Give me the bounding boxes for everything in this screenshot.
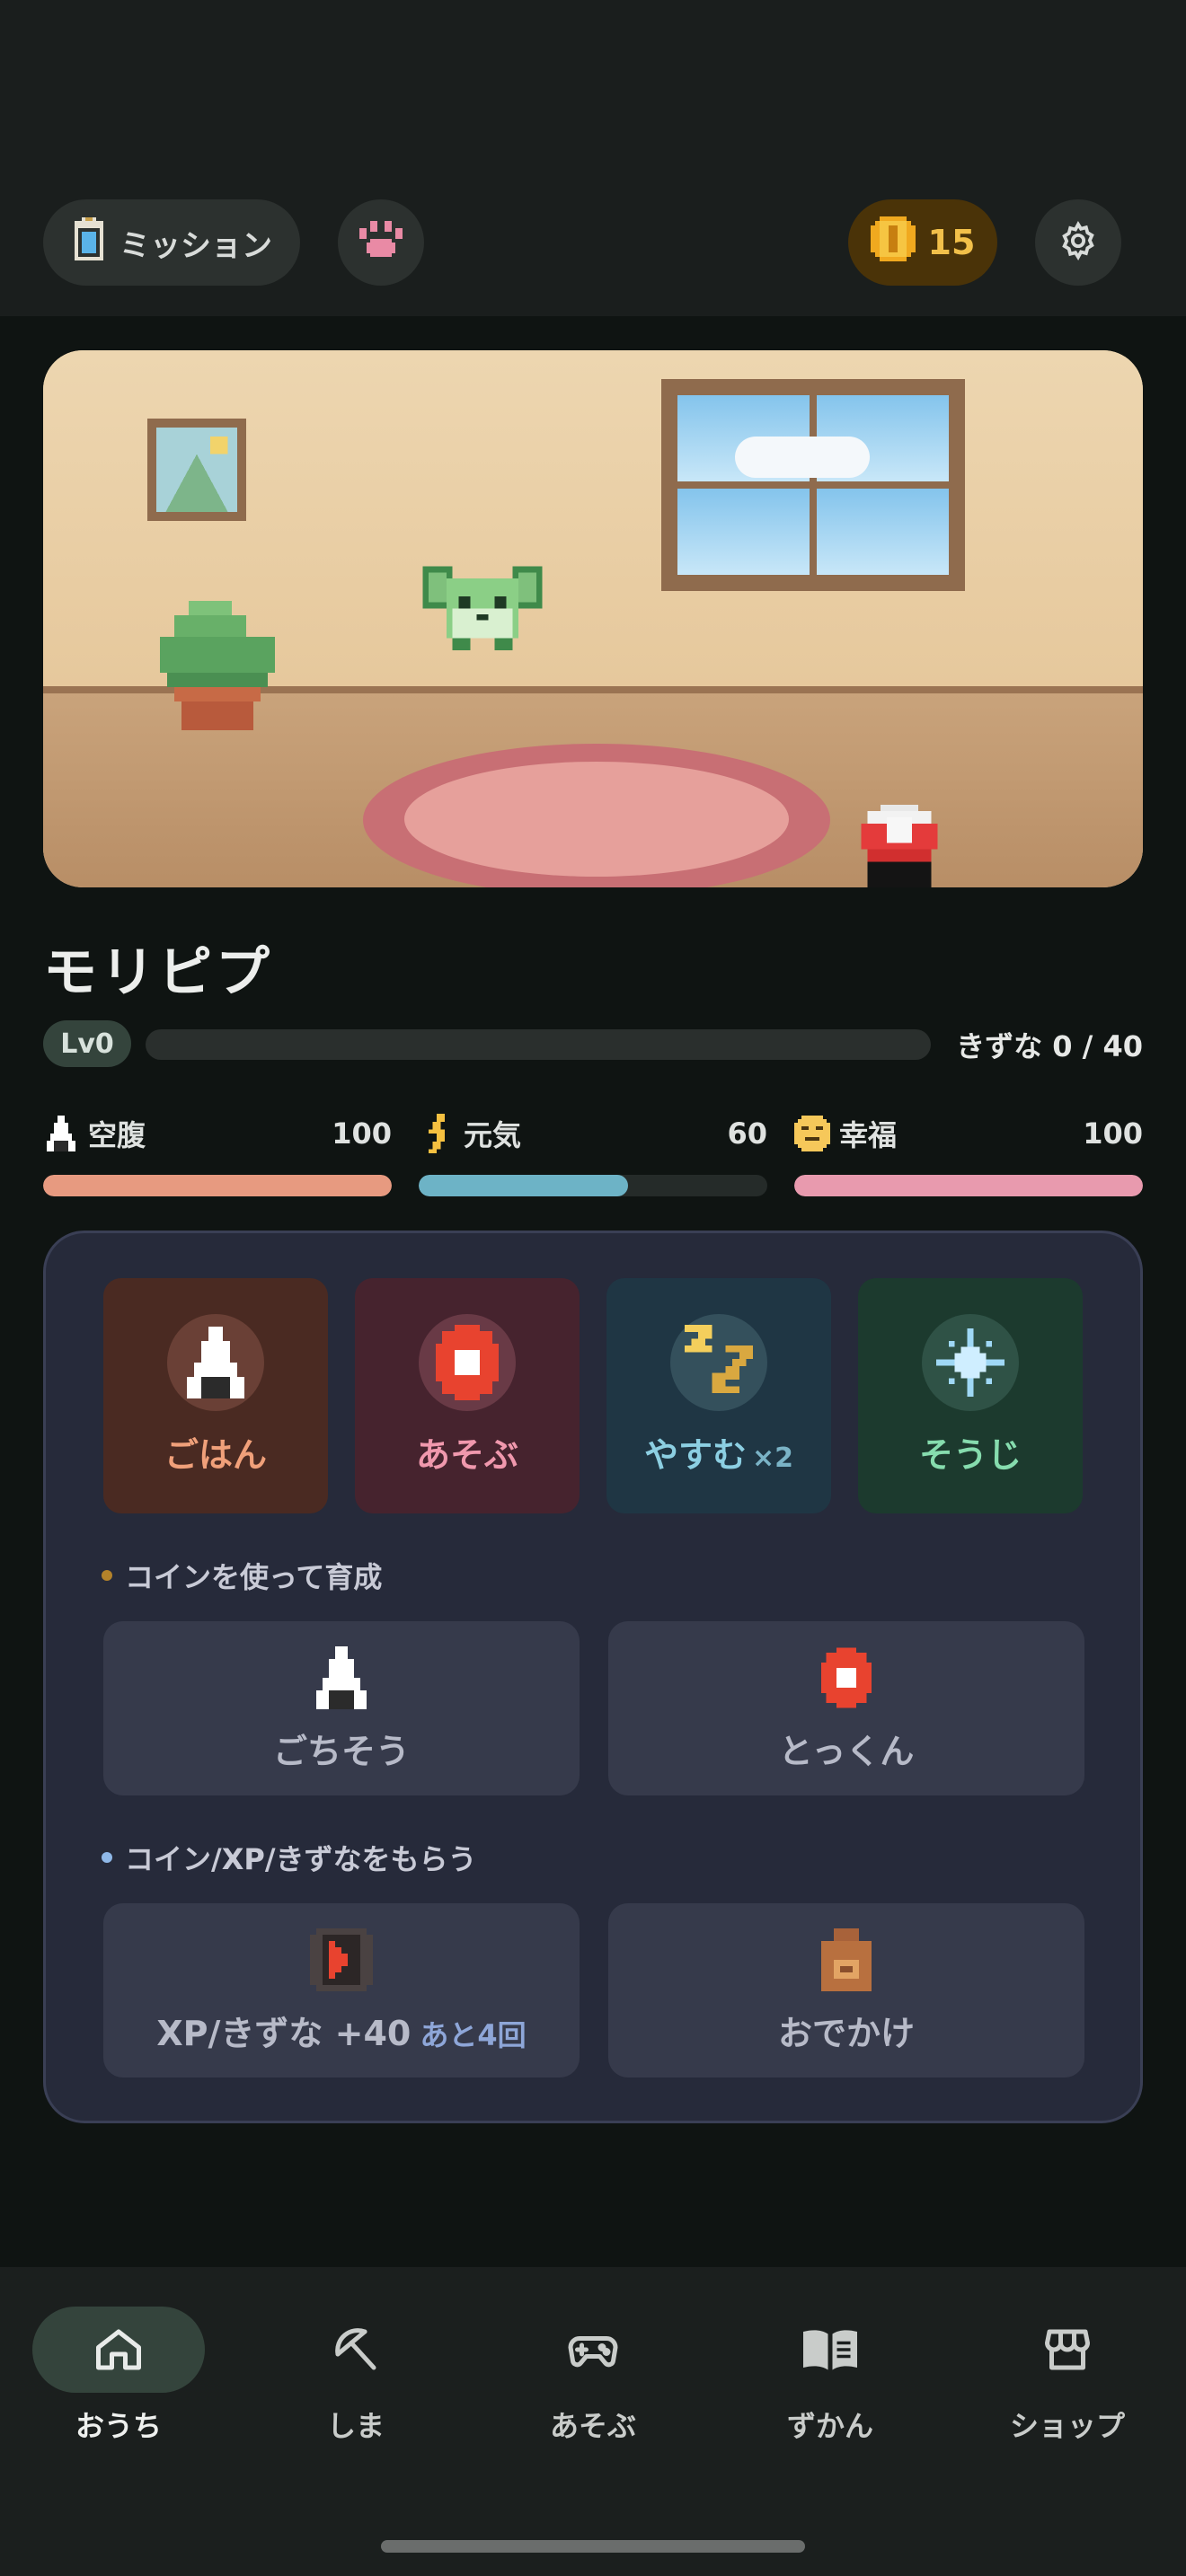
island-icon (270, 2307, 442, 2393)
feed-button[interactable]: ごはん (103, 1278, 328, 1513)
stat-label: 元気 (464, 1118, 522, 1152)
nav-label: おうち (75, 2409, 162, 2443)
nav-encyclopedia[interactable]: ずかん (731, 2307, 929, 2445)
stat-label: 空腹 (88, 1118, 146, 1152)
mission-label: ミッション (119, 227, 272, 264)
video-play-icon (310, 1928, 373, 1991)
remaining-count: あと4回 (420, 2018, 527, 2052)
outing-button[interactable]: おでかけ (608, 1903, 1084, 2078)
xp-bond-label: XP/きずな +40 (156, 2014, 412, 2053)
bottom-navigation: おうち しま あそぶ ずかん ショップ (0, 2267, 1186, 2576)
store-icon (981, 2307, 1154, 2393)
stat-label: 幸福 (839, 1118, 898, 1152)
training-button[interactable]: とっくん (608, 1621, 1084, 1795)
book-icon (744, 2307, 916, 2393)
nav-label: ずかん (786, 2409, 873, 2443)
nav-label: あそぶ (549, 2409, 636, 2443)
stat-hunger: 空腹 100 (43, 1112, 392, 1196)
ball-toy-icon (821, 1646, 872, 1709)
room-window (661, 379, 965, 591)
cloud (735, 437, 870, 478)
sleep-zz-icon (670, 1314, 767, 1411)
rest-label: やすむ (643, 1435, 747, 1475)
lightning-icon (419, 1114, 455, 1153)
training-label: とっくん (778, 1732, 915, 1771)
section-earn-rewards: コイン/XP/きずなをもらう (102, 1837, 477, 1878)
stat-energy: 元気 60 (419, 1112, 767, 1196)
clipboard-icon (71, 216, 107, 269)
stat-value: 100 (1083, 1116, 1143, 1151)
nav-label: しま (326, 2409, 385, 2443)
clean-label: そうじ (918, 1435, 1022, 1475)
coin-icon (870, 216, 916, 269)
coin-count: 15 (927, 223, 976, 262)
gamepad-icon (507, 2307, 679, 2393)
backpack-icon (821, 1928, 872, 1991)
stat-value: 60 (727, 1116, 767, 1151)
coin-balance[interactable]: 15 (848, 199, 997, 286)
settings-button[interactable] (1035, 199, 1121, 286)
outing-label: おでかけ (777, 2014, 915, 2053)
stat-value: 100 (332, 1116, 392, 1151)
feast-button[interactable]: ごちそう (103, 1621, 580, 1795)
feast-label: ごちそう (272, 1732, 410, 1771)
section-coin-training: コインを使って育成 (102, 1555, 382, 1596)
nav-home[interactable]: おうち (20, 2307, 217, 2445)
paw-icon (359, 221, 403, 264)
stat-bar (419, 1175, 767, 1196)
wall-picture (147, 419, 246, 521)
bond-progress-bar (146, 1029, 931, 1060)
rest-multiplier: ×2 (752, 1442, 794, 1474)
potted-plant (160, 600, 275, 731)
rest-button[interactable]: やすむ ×2 (606, 1278, 831, 1513)
home-icon (32, 2307, 205, 2393)
ball-toy-icon (419, 1314, 516, 1411)
rice-ball-icon (43, 1114, 79, 1153)
action-panel: ごはん あそぶ やすむ ×2 そうじ コインを使って育成 ごちそう とっくん コ… (43, 1231, 1143, 2123)
pet-creature[interactable] (422, 560, 543, 650)
smiley-face-icon (794, 1114, 830, 1153)
pet-button[interactable] (338, 199, 424, 286)
gear-icon (1058, 220, 1099, 265)
toy-ball[interactable] (861, 805, 938, 887)
nav-play[interactable]: あそぶ (494, 2307, 692, 2445)
sparkle-icon (922, 1314, 1019, 1411)
mission-button[interactable]: ミッション (43, 199, 300, 286)
level-badge: Lv0 (43, 1020, 131, 1067)
play-button[interactable]: あそぶ (355, 1278, 580, 1513)
clean-button[interactable]: そうじ (858, 1278, 1083, 1513)
stat-bar (43, 1175, 392, 1196)
nav-shop[interactable]: ショップ (969, 2307, 1166, 2445)
nav-island[interactable]: しま (257, 2307, 455, 2445)
bond-count: きずな 0 / 40 (956, 1029, 1143, 1063)
stat-bar (794, 1175, 1143, 1196)
watch-ad-xp-button[interactable]: XP/きずな +40 あと4回 (103, 1903, 580, 2078)
rice-ball-icon (316, 1646, 367, 1709)
stat-happiness: 幸福 100 (794, 1112, 1143, 1196)
feed-label: ごはん (164, 1435, 267, 1475)
rice-ball-icon (167, 1314, 264, 1411)
nav-label: ショップ (1009, 2409, 1125, 2443)
pet-name: モリピプ (43, 941, 273, 1004)
pet-room-scene[interactable] (43, 350, 1143, 887)
play-label: あそぶ (415, 1435, 518, 1475)
home-indicator (381, 2540, 805, 2553)
